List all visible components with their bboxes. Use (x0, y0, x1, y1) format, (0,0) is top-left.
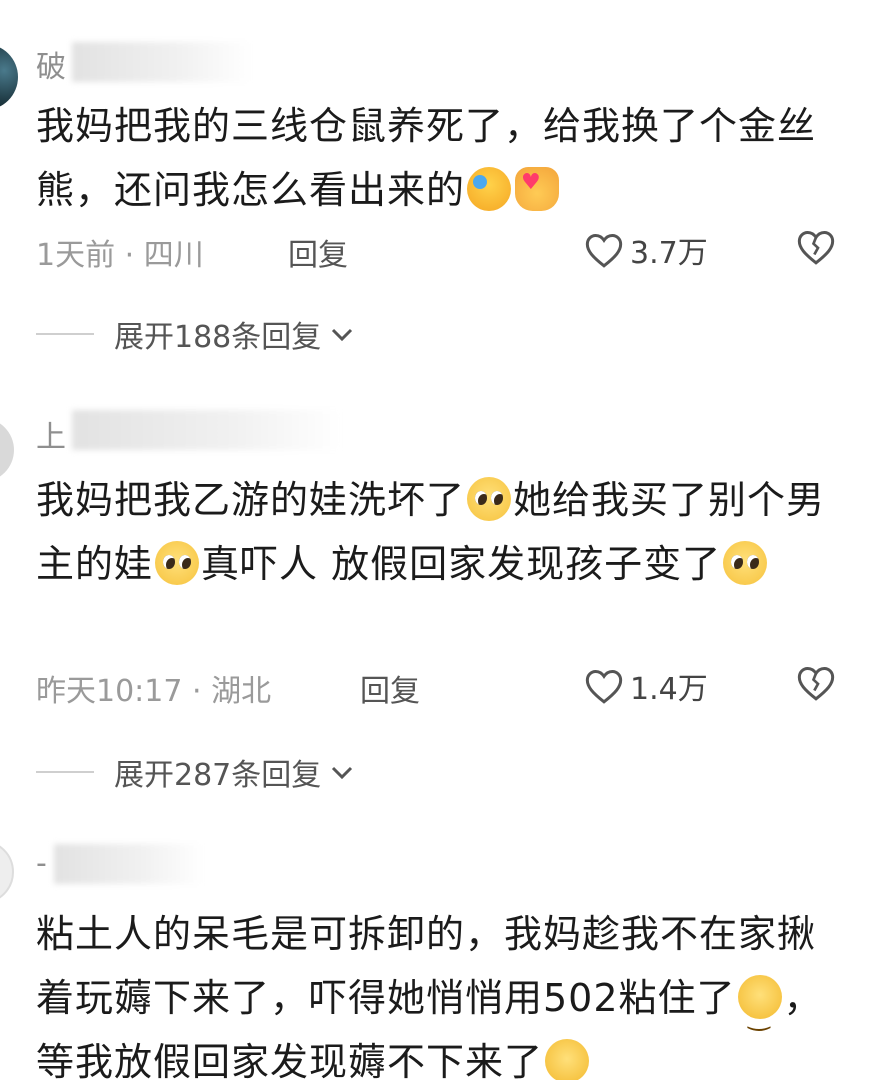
reply-button[interactable]: 回复 (360, 666, 420, 710)
comment-text: 我妈把我的三线仓鼠养死了，给我换了个金丝熊，还问我怎么看出来的 (36, 94, 835, 222)
blurred-username-mask (54, 844, 204, 884)
like-button[interactable]: 1.4万 (584, 664, 708, 708)
reply-button[interactable]: 回复 (288, 230, 348, 274)
pleading-face-emoji-icon (155, 541, 200, 585)
divider-line (36, 333, 94, 335)
chevron-down-icon (332, 328, 353, 342)
smiling-face-emoji-icon (545, 1039, 590, 1080)
expand-replies[interactable]: 展开287条回复 (36, 750, 355, 794)
like-count: 1.4万 (630, 672, 708, 707)
heart-hand-emoji-icon (515, 151, 560, 215)
comment-time-location: 1天前 · 四川 (36, 238, 204, 273)
comment-meta: 1天前 · 四川 回复 3.7万 (36, 230, 836, 280)
username[interactable]: 上 (36, 412, 66, 456)
comment-time-location: 昨天10:17 · 湖北 (36, 674, 272, 709)
expand-replies-label: 展开287条回复 (114, 758, 322, 793)
smiling-face-emoji-icon (737, 975, 782, 1049)
avatar[interactable] (0, 418, 14, 482)
comment-body: 真吓人 放假回家发现孩子变了 (201, 542, 722, 586)
comment-body: 我妈把我乙游的娃洗坏了 (36, 478, 466, 522)
heart-outline-icon (585, 233, 623, 268)
comment-body: 粘土人的呆毛是可拆卸的，我妈趁我不在家揪着玩薅下来了，吓得她悄悄用502粘住了 (36, 912, 817, 1020)
dislike-button[interactable] (796, 664, 836, 710)
avatar[interactable] (0, 840, 14, 904)
blurred-username-mask (72, 410, 342, 450)
chevron-down-icon (332, 766, 353, 780)
pleading-face-emoji-icon (467, 477, 512, 521)
comment-text: 我妈把我乙游的娃洗坏了 她给我买了别个男主的娃 真吓人 放假回家发现孩子变了 (36, 468, 835, 596)
comment-meta: 昨天10:17 · 湖北 回复 1.4万 (36, 666, 836, 716)
divider-line (36, 771, 94, 773)
like-count: 3.7万 (630, 236, 708, 271)
comment-text: 粘土人的呆毛是可拆卸的，我妈趁我不在家揪着玩薅下来了，吓得她悄悄用502粘住了，… (36, 902, 835, 1080)
username[interactable]: - (36, 846, 47, 881)
username[interactable]: 破 (36, 42, 66, 86)
heart-outline-icon (585, 669, 623, 704)
broken-heart-icon (797, 666, 835, 701)
expand-replies-label: 展开188条回复 (114, 320, 322, 355)
comment-body: 我妈把我的三线仓鼠养死了，给我换了个金丝熊，还问我怎么看出来的 (36, 104, 817, 212)
avatar[interactable] (0, 44, 18, 110)
blurred-username-mask (72, 42, 252, 82)
rolling-laughing-emoji-icon (467, 167, 512, 211)
like-button[interactable]: 3.7万 (584, 228, 708, 272)
broken-heart-icon (797, 230, 835, 265)
dislike-button[interactable] (796, 228, 836, 274)
expand-replies[interactable]: 展开188条回复 (36, 312, 355, 356)
pleading-face-emoji-icon (723, 541, 768, 585)
